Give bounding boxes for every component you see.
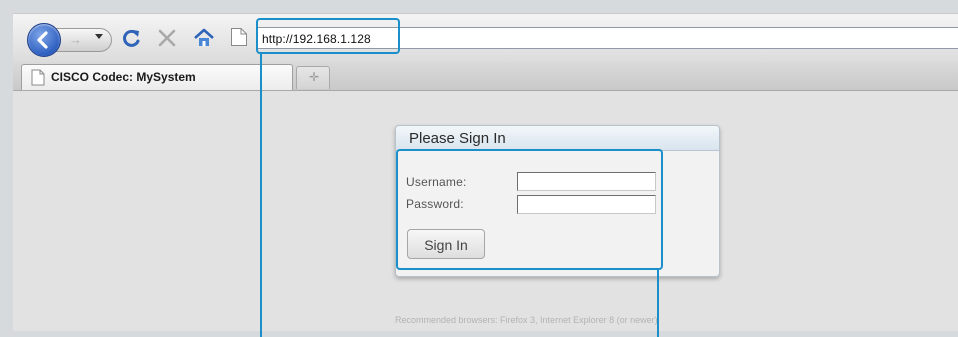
home-icon <box>194 28 214 46</box>
password-field[interactable] <box>517 195 656 214</box>
stop-button[interactable] <box>157 28 177 48</box>
screenshot-frame: → http://192.168.1.128 CISCO Codec: MySy… <box>0 0 958 337</box>
browser-window: → http://192.168.1.128 CISCO Codec: MySy… <box>13 13 958 331</box>
back-arrow-icon <box>37 31 48 49</box>
address-bar[interactable]: http://192.168.1.128 <box>256 27 958 49</box>
password-label: Password: <box>406 197 464 211</box>
stop-icon <box>158 29 176 47</box>
url-text: http://192.168.1.128 <box>262 32 371 46</box>
reload-icon <box>123 29 140 47</box>
navigation-toolbar: → http://192.168.1.128 <box>13 14 958 63</box>
tab-strip: CISCO Codec: MySystem ✛ <box>13 62 958 91</box>
reload-button[interactable] <box>121 27 143 49</box>
tab-cisco-codec[interactable]: CISCO Codec: MySystem <box>21 64 293 90</box>
document-icon <box>31 69 45 86</box>
tab-title: CISCO Codec: MySystem <box>51 70 196 84</box>
page-content: Please Sign In Username: Password: Sign … <box>13 91 958 331</box>
back-button[interactable] <box>27 23 61 57</box>
new-tab-button[interactable]: ✛ <box>296 66 330 89</box>
home-button[interactable] <box>193 27 215 49</box>
history-dropdown-icon[interactable] <box>95 34 103 39</box>
username-field[interactable] <box>517 172 656 191</box>
recommended-browsers-note: Recommended browsers: Firefox 3, Interne… <box>395 315 658 325</box>
username-label: Username: <box>406 175 467 189</box>
new-tab-plus-icon: ✛ <box>309 70 320 84</box>
signin-panel: Please Sign In Username: Password: Sign … <box>395 125 720 277</box>
signin-header: Please Sign In <box>396 126 719 151</box>
forward-arrow-icon: → <box>69 32 82 47</box>
page-icon <box>230 27 248 47</box>
signin-button[interactable]: Sign In <box>407 229 485 259</box>
signin-title: Please Sign In <box>409 130 506 147</box>
